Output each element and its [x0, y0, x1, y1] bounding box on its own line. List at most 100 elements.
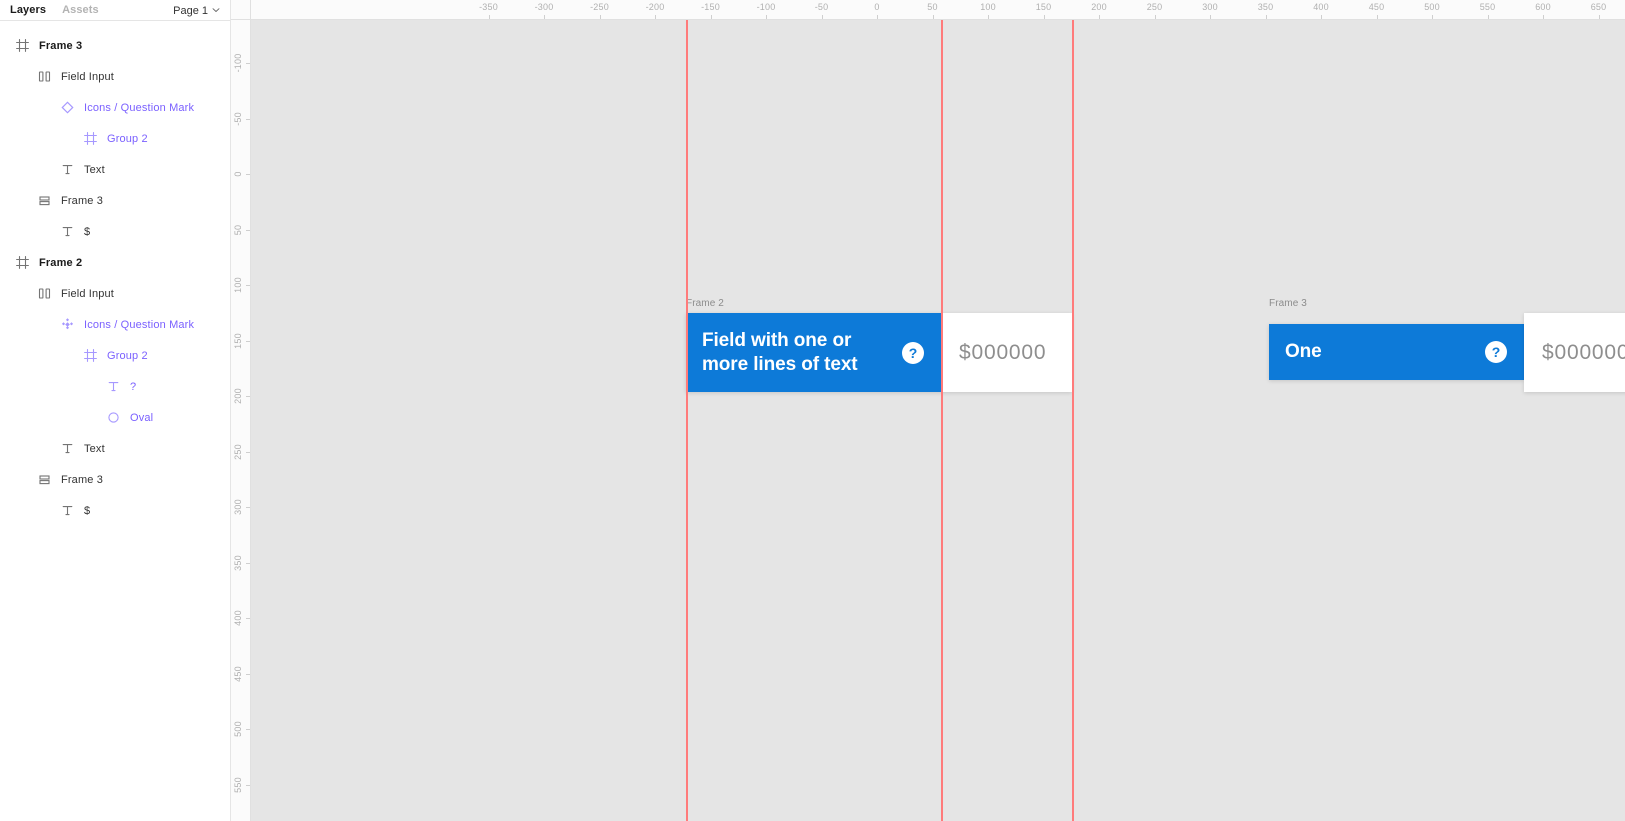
ruler-h-tick: [877, 15, 878, 19]
ruler-h-label: 0: [874, 2, 880, 12]
ruler-h-tick: [655, 15, 656, 19]
ruler-h-tick: [821, 15, 823, 19]
ruler-h-label: -100: [756, 2, 776, 12]
layer-row-label: Group 2: [107, 349, 148, 362]
field-label-text: Field with one or more lines of text: [702, 329, 858, 375]
ruler-v-tick: [246, 63, 250, 64]
layer-row-frame-3[interactable]: Frame 3: [0, 185, 230, 216]
layer-row-frame-3[interactable]: Frame 3: [0, 464, 230, 495]
layer-row-text[interactable]: Text: [0, 433, 230, 464]
horizontal-ruler[interactable]: -350 -300 -250 -200 -150 -100 -50 0 50 100 150 200 2…: [231, 0, 1625, 20]
ruler-h-label: 250: [1146, 2, 1163, 12]
layer-row-label: Icons / Question Mark: [84, 318, 195, 331]
ruler-v-label: 0: [233, 171, 243, 177]
autolayout-vertical-icon: [36, 193, 52, 209]
vertical-ruler[interactable]: -100 -50 0 50 100 150 200 250 300 350 400 450 500 550: [231, 20, 251, 821]
ruler-v-tick: [246, 784, 250, 786]
component-icon: [59, 100, 75, 116]
ruler-h-label: -200: [645, 2, 665, 12]
layer-row-[interactable]: $: [0, 495, 230, 526]
field-label-text: One: [1285, 341, 1322, 362]
tab-layers[interactable]: Layers: [10, 0, 46, 21]
guide-line[interactable]: [686, 20, 688, 821]
question-mark-icon[interactable]: ?: [902, 341, 924, 364]
layer-row-oval[interactable]: Oval: [0, 402, 230, 433]
layer-row-label: Text: [84, 442, 105, 455]
layer-row-frame-3[interactable]: Frame 3: [0, 30, 230, 61]
frame-icon: [82, 348, 98, 364]
layer-row-[interactable]: ?: [0, 371, 230, 402]
component-set-icon: [36, 69, 52, 85]
ruler-h-label: 50: [927, 2, 938, 12]
layer-row-icons-question-mark[interactable]: Icons / Question Mark: [0, 92, 230, 123]
ruler-v-tick: [246, 729, 250, 730]
layer-row-group-2[interactable]: Group 2: [0, 123, 230, 154]
ruler-v-label: 100: [233, 277, 243, 293]
ruler-v-label: 450: [233, 665, 243, 682]
frame-icon: [14, 255, 30, 271]
layer-row-label: $: [84, 504, 91, 517]
ruler-h-label: 200: [1091, 2, 1107, 12]
question-mark-icon[interactable]: ?: [1485, 341, 1507, 363]
canvas[interactable]: Frame 2 Field with one or more lines of …: [251, 20, 1625, 821]
ruler-v-tick: [246, 118, 250, 120]
layer-row-field-input[interactable]: Field Input: [0, 278, 230, 309]
field-value-block[interactable]: $000000: [941, 313, 1072, 392]
tab-assets[interactable]: Assets: [62, 0, 99, 21]
ruler-h-tick: [1210, 15, 1211, 19]
field-label-block[interactable]: Field with one or more lines of text ?: [686, 313, 941, 392]
ruler-h-tick: [1487, 15, 1489, 19]
text-icon: [59, 162, 75, 178]
text-icon: [59, 441, 75, 457]
layer-row-group-2[interactable]: Group 2: [0, 340, 230, 371]
ruler-h-label: 150: [1035, 2, 1052, 12]
guide-line[interactable]: [1072, 20, 1074, 821]
frame-frame-3[interactable]: Frame 3 One ? $000000: [1269, 298, 1625, 392]
layer-row-[interactable]: $: [0, 216, 230, 247]
page-selector[interactable]: Page 1: [173, 0, 220, 21]
ruler-corner: [231, 0, 251, 20]
layer-row-text[interactable]: Text: [0, 154, 230, 185]
ruler-v-label: -50: [233, 111, 243, 126]
component-set-icon: [36, 286, 52, 302]
ruler-v-tick: [246, 285, 250, 286]
ellipse-icon: [105, 410, 121, 426]
ruler-h-tick: [1154, 15, 1156, 19]
ruler-h-label: -300: [534, 2, 554, 12]
ruler-h-label: -250: [590, 2, 609, 12]
layer-row-field-input[interactable]: Field Input: [0, 61, 230, 92]
ruler-h-label: -350: [479, 2, 498, 12]
ruler-v-tick: [246, 451, 250, 453]
field-input-row[interactable]: One ? $000000: [1269, 313, 1625, 392]
ruler-h-tick: [988, 15, 989, 19]
ruler-h-label: 450: [1368, 2, 1385, 12]
ruler-h-label: 350: [1257, 2, 1274, 12]
frame-frame-2[interactable]: Frame 2 Field with one or more lines of …: [686, 298, 1072, 392]
field-label-block[interactable]: One ?: [1269, 324, 1524, 380]
ruler-v-label: 350: [233, 554, 243, 571]
ruler-h-tick: [1265, 15, 1267, 19]
ruler-v-tick: [246, 673, 250, 675]
ruler-v-label: 250: [233, 443, 243, 460]
ruler-h-tick: [599, 15, 601, 19]
field-value-block[interactable]: $000000: [1524, 313, 1625, 392]
layer-row-label: Icons / Question Mark: [84, 101, 195, 114]
layer-row-icons-question-mark[interactable]: Icons / Question Mark: [0, 309, 230, 340]
layer-row-frame-2[interactable]: Frame 2: [0, 247, 230, 278]
ruler-v-label: 300: [233, 499, 243, 515]
ruler-h-tick: [1043, 15, 1045, 19]
ruler-h-label: 500: [1424, 2, 1440, 12]
ruler-v-tick: [246, 618, 250, 619]
instance-icon: [59, 317, 75, 333]
ruler-h-tick: [544, 15, 545, 19]
guide-line[interactable]: [941, 20, 943, 821]
text-icon: [105, 379, 121, 395]
ruler-h-label: 400: [1313, 2, 1329, 12]
field-input-row[interactable]: Field with one or more lines of text ? $…: [686, 313, 1072, 392]
panel-tab-bar: Layers Assets Page 1: [0, 0, 230, 21]
frame-label[interactable]: Frame 2: [686, 298, 724, 309]
frame-label[interactable]: Frame 3: [1269, 298, 1307, 309]
layer-row-label: Text: [84, 163, 105, 176]
ruler-v-tick: [246, 562, 250, 564]
figma-window: Layers Assets Page 1 Frame 3 Field Input I…: [0, 0, 1625, 821]
